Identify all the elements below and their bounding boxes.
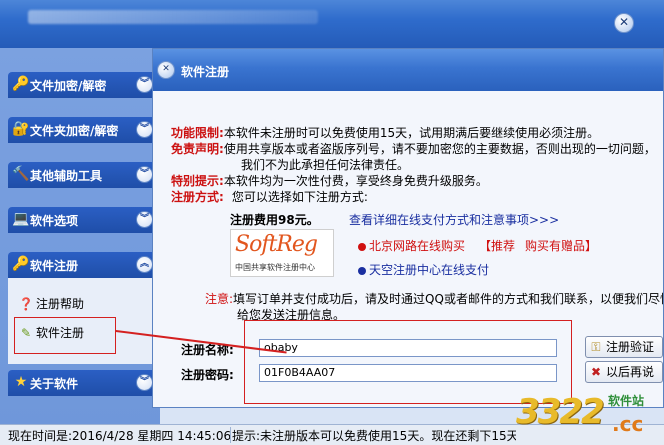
chevron-down-icon[interactable]: ︾ bbox=[136, 76, 153, 93]
option-beijing-label: 北京网路在线购买 bbox=[369, 239, 466, 253]
sidebar-item-label: 注册帮助 bbox=[36, 297, 85, 311]
note-label: 注意: bbox=[205, 292, 234, 306]
blurred-title bbox=[28, 10, 318, 24]
sidebar-section-file-encrypt[interactable]: 🔑 文件加密/解密 ︾ bbox=[8, 72, 156, 98]
sidebar-section-label: 软件选项 bbox=[30, 214, 79, 228]
disclaimer-label: 免责声明: bbox=[171, 142, 224, 156]
logo-subtext: 中国共享软件注册中心 bbox=[235, 263, 315, 272]
chevron-down-icon[interactable]: ︾ bbox=[136, 374, 153, 391]
gift-label: 购买有赠品】 bbox=[525, 239, 598, 253]
watermark-domain: .cc bbox=[612, 412, 644, 436]
key-icon: 🔑 bbox=[12, 76, 30, 92]
chevron-down-icon[interactable]: ︾ bbox=[136, 211, 153, 228]
option-tiankong-label: 天空注册中心在线支付 bbox=[369, 263, 490, 277]
sidebar: 🔑 文件加密/解密 ︾ 🔐 文件夹加密/解密 ︾ 🔨 其他辅助工具 ︾ 💻 软件… bbox=[0, 48, 160, 426]
help-icon: ❓ bbox=[18, 297, 34, 311]
tip-text: 本软件均为一次性付费，享受终身免费升级服务。 bbox=[223, 174, 488, 188]
highlight-box-sidebar bbox=[14, 317, 116, 354]
method-line: 注册方式: 您可以选择如下注册方式: bbox=[171, 188, 368, 205]
chevron-up-icon[interactable]: ︽ bbox=[136, 256, 153, 273]
method-text: 您可以选择如下注册方式: bbox=[231, 190, 368, 204]
note-text: 填写订单并支付成功后，请及时通过QQ或者邮件的方式和我们联系，以便我们尽快 bbox=[233, 292, 664, 306]
star-icon: ★ bbox=[14, 374, 28, 390]
tip-line: 特别提示:本软件均为一次性付费，享受终身免费升级服务。 bbox=[171, 172, 488, 189]
close-icon: ✖ bbox=[590, 365, 602, 379]
fee-text: 注册费用98元。 bbox=[230, 213, 319, 227]
sidebar-section-folder-encrypt[interactable]: 🔐 文件夹加密/解密 ︾ bbox=[8, 117, 156, 143]
sidebar-section-label: 软件注册 bbox=[30, 259, 79, 273]
details-link[interactable]: 查看详细在线支付方式和注意事项>>> bbox=[349, 211, 559, 228]
sidebar-item-register-help[interactable]: ❓ 注册帮助 bbox=[18, 295, 85, 313]
limit-label: 功能限制: bbox=[171, 126, 224, 140]
hammer-icon: 🔨 bbox=[12, 166, 30, 182]
method-label: 注册方式: bbox=[171, 190, 224, 204]
softreg-logo[interactable]: SoftReg 中国共享软件注册中心 bbox=[230, 229, 334, 277]
status-time: 现在时间是:2016/4/28 星期四 14:45:06 bbox=[4, 427, 231, 443]
dialog-title-bar[interactable]: ✕ 软件注册 bbox=[153, 49, 663, 91]
recommend-label: 【推荐 bbox=[479, 239, 516, 253]
disclaimer-text-2: 我们不为此承担任何法律责任。 bbox=[241, 158, 410, 172]
option-beijing[interactable]: 北京网路在线购买 【推荐 购买有赠品】 bbox=[358, 237, 597, 254]
close-icon[interactable]: ✕ bbox=[157, 61, 175, 79]
status-tip: 提示:未注册版本可以免费使用15天。现在还剩下15天。 bbox=[232, 429, 516, 443]
computer-icon: 💻 bbox=[12, 211, 30, 227]
sidebar-section-label: 关于软件 bbox=[30, 377, 79, 391]
sidebar-section-label: 其他辅助工具 bbox=[30, 169, 103, 183]
sidebar-section-label: 文件夹加密/解密 bbox=[30, 124, 119, 138]
key-icon: 🔑 bbox=[12, 256, 30, 272]
main-title-bar[interactable]: ✕ bbox=[0, 0, 664, 48]
later-button[interactable]: ✖ 以后再说 bbox=[585, 361, 663, 383]
option-tiankong[interactable]: 天空注册中心在线支付 bbox=[358, 261, 489, 278]
watermark-site: 软件站 bbox=[608, 394, 645, 408]
tip-label: 特别提示: bbox=[171, 174, 224, 188]
main-window: ✕ 🔑 文件加密/解密 ︾ 🔐 文件夹加密/解密 ︾ 🔨 其他辅助工具 ︾ 💻 … bbox=[0, 0, 664, 445]
verify-button[interactable]: ⚿ 注册验证 bbox=[585, 336, 663, 358]
main-close-button[interactable]: ✕ bbox=[614, 13, 634, 33]
folder-key-icon: 🔐 bbox=[12, 121, 30, 137]
disclaimer-line: 免责声明:使用共享版本或者盗版序列号，请不要加密您的主要数据，否则出现的一切问题… bbox=[171, 140, 656, 157]
reg-code-label: 注册密码: bbox=[181, 368, 234, 382]
logo-text: SoftReg bbox=[235, 232, 318, 257]
sidebar-section-about[interactable]: ★ 关于软件 ︾ bbox=[8, 370, 156, 396]
disclaimer-text: 使用共享版本或者盗版序列号，请不要加密您的主要数据，否则出现的一切问题， bbox=[223, 142, 656, 156]
limit-line: 功能限制:本软件未注册时可以免费使用15天，试用期满后要继续使用必须注册。 bbox=[171, 124, 599, 141]
chevron-down-icon[interactable]: ︾ bbox=[136, 121, 153, 138]
dialog-title: 软件注册 bbox=[181, 65, 230, 79]
chevron-down-icon[interactable]: ︾ bbox=[136, 166, 153, 183]
sidebar-section-tools[interactable]: 🔨 其他辅助工具 ︾ bbox=[8, 162, 156, 188]
sidebar-section-label: 文件加密/解密 bbox=[30, 79, 107, 93]
blue-bullet-icon bbox=[358, 266, 366, 275]
note-line: 注意:填写订单并支付成功后，请及时通过QQ或者邮件的方式和我们联系，以便我们尽快 bbox=[205, 290, 664, 307]
sidebar-section-register[interactable]: 🔑 软件注册 ︽ bbox=[8, 252, 156, 278]
close-icon: ✕ bbox=[618, 15, 630, 29]
later-button-label: 以后再说 bbox=[606, 365, 655, 379]
watermark-number: 3322 bbox=[516, 392, 605, 432]
red-bullet-icon bbox=[358, 242, 366, 251]
limit-text: 本软件未注册时可以免费使用15天，试用期满后要继续使用必须注册。 bbox=[223, 126, 600, 140]
key-icon: ⚿ bbox=[591, 340, 601, 354]
sidebar-section-options[interactable]: 💻 软件选项 ︾ bbox=[8, 207, 156, 233]
verify-button-label: 注册验证 bbox=[606, 340, 655, 354]
site-watermark: 3322 软件站 .cc bbox=[516, 390, 664, 445]
